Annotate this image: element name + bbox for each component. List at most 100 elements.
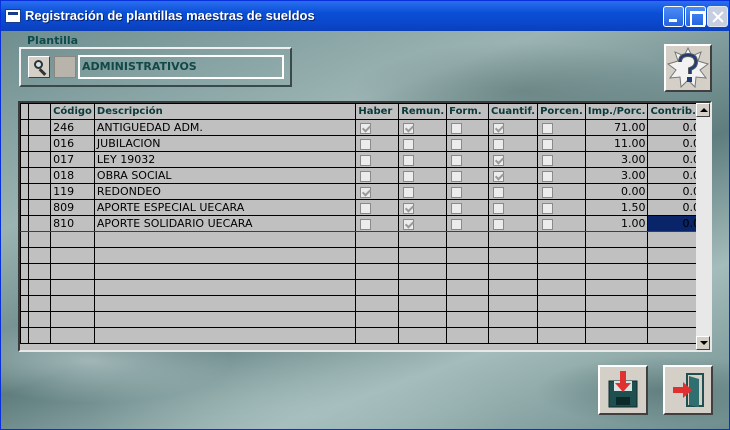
row-indicator[interactable] [20, 119, 29, 136]
row-selector[interactable] [27, 183, 52, 200]
empty-cell[interactable] [584, 279, 649, 296]
maximize-button[interactable] [685, 6, 706, 27]
empty-cell[interactable] [355, 247, 400, 264]
empty-cell[interactable] [93, 327, 357, 344]
cell-haber[interactable] [355, 151, 400, 168]
row-selector[interactable] [27, 231, 52, 248]
cuantif-checkbox[interactable] [492, 154, 504, 166]
cell-remun[interactable] [398, 183, 448, 200]
row-indicator[interactable] [20, 247, 29, 264]
table-row[interactable]: 809 APORTE ESPECIAL UECARA 1.50 0.00 [20, 199, 710, 216]
empty-cell[interactable] [446, 231, 489, 248]
header-descripcion[interactable]: Descripción [93, 103, 357, 120]
empty-cell[interactable] [398, 295, 448, 312]
porcen-checkbox[interactable] [542, 186, 554, 198]
vertical-scrollbar[interactable] [696, 103, 710, 350]
form-checkbox[interactable] [451, 154, 463, 166]
cell-form[interactable] [446, 167, 489, 184]
cell-remun[interactable] [398, 151, 448, 168]
empty-cell[interactable] [93, 279, 357, 296]
row-indicator[interactable] [20, 295, 29, 312]
empty-cell[interactable] [398, 327, 448, 344]
exit-button[interactable] [663, 365, 713, 415]
empty-cell[interactable] [487, 311, 539, 328]
empty-cell[interactable] [446, 247, 489, 264]
empty-cell[interactable] [537, 263, 586, 280]
form-checkbox[interactable] [451, 122, 463, 134]
row-indicator[interactable] [20, 215, 29, 232]
row-selector[interactable] [27, 199, 52, 216]
empty-cell[interactable] [398, 247, 448, 264]
row-indicator[interactable] [20, 135, 29, 152]
cell-descripcion[interactable]: REDONDEO [93, 183, 357, 200]
form-checkbox[interactable] [451, 186, 463, 198]
cell-haber[interactable] [355, 167, 400, 184]
form-checkbox[interactable] [451, 170, 463, 182]
empty-cell[interactable] [537, 311, 586, 328]
empty-cell[interactable] [50, 327, 95, 344]
empty-cell[interactable] [93, 311, 357, 328]
empty-cell[interactable] [537, 247, 586, 264]
empty-cell[interactable] [355, 311, 400, 328]
app-window-icon[interactable] [5, 9, 21, 23]
cell-imp-porc[interactable]: 3.00 [584, 151, 649, 168]
cell-haber[interactable] [355, 199, 400, 216]
empty-cell[interactable] [398, 279, 448, 296]
empty-cell[interactable] [537, 279, 586, 296]
cell-imp-porc[interactable]: 1.00 [584, 215, 649, 232]
cell-imp-porc[interactable]: 1.50 [584, 199, 649, 216]
empty-cell[interactable] [584, 263, 649, 280]
remun-checkbox[interactable] [403, 202, 415, 214]
empty-cell[interactable] [50, 295, 95, 312]
cell-form[interactable] [446, 119, 489, 136]
cell-haber[interactable] [355, 215, 400, 232]
row-selector[interactable] [27, 167, 52, 184]
porcen-checkbox[interactable] [542, 202, 554, 214]
cuantif-checkbox[interactable] [492, 186, 504, 198]
empty-cell[interactable] [93, 231, 357, 248]
porcen-checkbox[interactable] [542, 138, 554, 150]
cell-codigo[interactable]: 017 [50, 151, 95, 168]
row-selector[interactable] [27, 327, 52, 344]
porcen-checkbox[interactable] [542, 170, 554, 182]
empty-cell[interactable] [50, 279, 95, 296]
empty-row[interactable] [20, 263, 710, 280]
empty-cell[interactable] [355, 279, 400, 296]
row-selector[interactable] [27, 135, 52, 152]
row-indicator[interactable] [20, 311, 29, 328]
remun-checkbox[interactable] [403, 186, 415, 198]
cuantif-checkbox[interactable] [492, 122, 504, 134]
haber-checkbox[interactable] [360, 138, 372, 150]
empty-cell[interactable] [355, 263, 400, 280]
table-row[interactable]: 119 REDONDEO 0.00 0.00 [20, 183, 710, 200]
cell-remun[interactable] [398, 135, 448, 152]
empty-cell[interactable] [398, 263, 448, 280]
cell-haber[interactable] [355, 135, 400, 152]
empty-cell[interactable] [50, 311, 95, 328]
row-indicator[interactable] [20, 327, 29, 344]
cell-remun[interactable] [398, 167, 448, 184]
header-cuantif[interactable]: Cuantif. [487, 103, 539, 120]
haber-checkbox[interactable] [360, 186, 372, 198]
cell-porcen[interactable] [537, 215, 586, 232]
empty-row[interactable] [20, 311, 710, 328]
cell-cuantif[interactable] [487, 199, 539, 216]
cell-descripcion[interactable]: APORTE SOLIDARIO UECARA [93, 215, 357, 232]
cell-haber[interactable] [355, 183, 400, 200]
scroll-up-button[interactable] [696, 103, 710, 117]
minimize-button[interactable] [663, 6, 684, 27]
header-porcen[interactable]: Porcen. [537, 103, 586, 120]
row-indicator[interactable] [20, 279, 29, 296]
empty-cell[interactable] [487, 231, 539, 248]
cell-cuantif[interactable] [487, 151, 539, 168]
empty-cell[interactable] [50, 247, 95, 264]
empty-row[interactable] [20, 279, 710, 296]
empty-cell[interactable] [93, 295, 357, 312]
remun-checkbox[interactable] [403, 218, 415, 230]
empty-cell[interactable] [50, 231, 95, 248]
cell-form[interactable] [446, 151, 489, 168]
haber-checkbox[interactable] [360, 202, 372, 214]
cell-remun[interactable] [398, 199, 448, 216]
empty-cell[interactable] [537, 295, 586, 312]
empty-cell[interactable] [93, 263, 357, 280]
